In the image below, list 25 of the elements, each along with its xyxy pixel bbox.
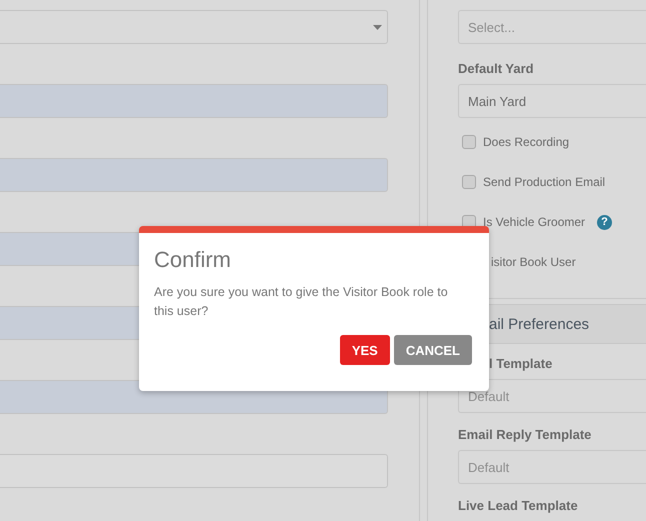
caret-icon bbox=[373, 25, 382, 30]
dropdown-field[interactable]: Select... bbox=[458, 10, 646, 44]
yes-button[interactable]: YES bbox=[340, 335, 390, 365]
field-label: Default Yard bbox=[458, 61, 535, 77]
input-field[interactable]: Default bbox=[458, 379, 646, 413]
help-icon[interactable]: ? bbox=[597, 214, 612, 230]
field-label: l Template bbox=[488, 356, 554, 372]
checkbox[interactable] bbox=[462, 175, 476, 189]
cancel-button[interactable]: CANCEL bbox=[394, 335, 472, 365]
input-field[interactable] bbox=[0, 454, 388, 488]
checkbox-label: Send Production Email bbox=[483, 175, 606, 189]
input-field[interactable] bbox=[0, 84, 388, 118]
input-field[interactable]: Main Yard bbox=[458, 84, 646, 118]
dialog-title: Confirm bbox=[154, 248, 232, 272]
input-field[interactable] bbox=[0, 158, 388, 192]
section-title: ail Preferences bbox=[489, 316, 590, 332]
input-field[interactable]: Default bbox=[458, 450, 646, 484]
dialog-message: Are you sure you want to give the Visitor Book role to this user? bbox=[154, 284, 449, 320]
checkbox-label: Does Recording bbox=[483, 135, 570, 149]
dropdown-field[interactable] bbox=[0, 10, 388, 44]
field-label: Live Lead Template bbox=[458, 498, 579, 514]
checkbox-label: isitor Book User bbox=[491, 255, 576, 269]
checkbox-label: Is Vehicle Groomer bbox=[483, 215, 586, 229]
checkbox[interactable] bbox=[462, 135, 476, 149]
field-label: Email Reply Template bbox=[458, 427, 592, 443]
